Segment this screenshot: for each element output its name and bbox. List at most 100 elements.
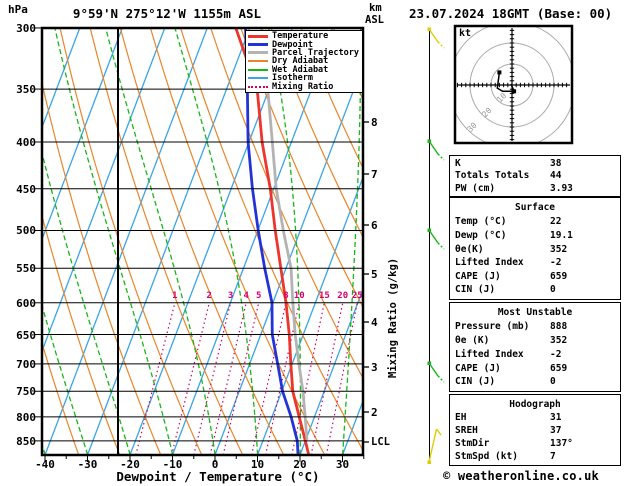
km-label: 6 [371, 219, 378, 232]
temp-label: 0 [200, 458, 230, 471]
table-row-value: -2 [550, 350, 561, 360]
pressure-label: 750 [6, 385, 36, 398]
table-row-value: -2 [550, 258, 561, 268]
temp-label: -30 [73, 458, 103, 471]
hodograph-unit-label: kt [459, 28, 471, 39]
table-row-label: PW (cm) [455, 184, 550, 194]
table-row-label: EH [455, 413, 550, 423]
table-row: SREH37 [455, 426, 620, 436]
km-label: 2 [371, 406, 378, 419]
table-row: StmSpd (kt)7 [455, 452, 620, 462]
table-row-label: CIN (J) [455, 377, 550, 387]
stats-table-most-unstable: Most UnstablePressure (mb)888θe (K)352Li… [449, 302, 621, 392]
credit-text: © weatheronline.co.uk [443, 469, 599, 483]
stats-table-hodograph: HodographEH31SREH37StmDir137°StmSpd (kt)… [449, 394, 621, 466]
table-title: Hodograph [455, 399, 620, 410]
table-row-value: 22 [550, 217, 561, 227]
legend-swatch-mixing-ratio [248, 86, 268, 88]
table-row-label: SREH [455, 426, 550, 436]
altitude-axis-unit-km: km [369, 2, 382, 14]
run-datetime: 23.07.2024 18GMT (Base: 00) [409, 6, 612, 21]
sounding-page: 102030 hPa 9°59'N 275°12'W 1155m ASL km … [0, 0, 629, 486]
temp-label: 30 [328, 458, 358, 471]
legend-swatch-parcel-trajectory [248, 51, 268, 54]
temp-label: 10 [243, 458, 273, 471]
mixing-ratio-value-label: 25 [347, 291, 367, 301]
mixing-ratio-value-label: 15 [314, 291, 334, 301]
wet-adiabat-lines [0, 28, 430, 455]
legend-box: TemperatureDewpointParcel TrajectoryDry … [245, 30, 363, 93]
stats-table-indices: K38Totals Totals44PW (cm)3.93 [449, 155, 621, 197]
table-row: EH31 [455, 413, 620, 423]
mixing-ratio-value-label: 5 [249, 291, 269, 301]
pressure-label: 450 [6, 183, 36, 196]
pressure-label: 550 [6, 262, 36, 275]
table-row-label: StmDir [455, 439, 550, 449]
mixing-ratio-value-label: 1 [165, 291, 185, 301]
table-row: StmDir137° [455, 439, 620, 449]
stats-table-surface: Surface Temp (°C)22 Dewp (°C)19.1 θe(K)352 L… [449, 197, 621, 300]
pressure-label: 850 [6, 435, 36, 448]
km-label: 3 [371, 361, 378, 374]
table-row-label: CAPE (J) [455, 272, 550, 282]
table-row-value: 888 [550, 322, 567, 332]
pressure-label: 500 [6, 224, 36, 237]
table-row-value: 38 [550, 159, 561, 169]
table-row-label: Totals Totals [455, 171, 550, 181]
pressure-label: 400 [6, 136, 36, 149]
table-row-value: 37 [550, 426, 561, 436]
table-row-label: StmSpd (kt) [455, 452, 550, 462]
table-row-value: 659 [550, 364, 567, 374]
table-row-value: 352 [550, 336, 567, 346]
table-row: Pressure (mb)888 [455, 322, 620, 332]
table-row: θe(K)352 [455, 245, 620, 255]
km-label: 7 [371, 168, 378, 181]
km-label: 5 [371, 268, 378, 281]
temp-label: -20 [115, 458, 145, 471]
table-row: Totals Totals44 [455, 171, 620, 181]
legend-swatch-dry-adiabat [248, 60, 268, 62]
temp-label: -10 [158, 458, 188, 471]
table-row-label: θe (K) [455, 336, 550, 346]
table-title: Most Unstable [455, 307, 620, 318]
temp-axis-title: Dewpoint / Temperature (°C) [88, 469, 348, 484]
pressure-label: 650 [6, 329, 36, 342]
pressure-label: 800 [6, 411, 36, 424]
legend-item: Mixing Ratio [248, 82, 362, 90]
pressure-label: 350 [6, 83, 36, 96]
pressure-label: 600 [6, 297, 36, 310]
pressure-axis-unit: hPa [8, 3, 28, 16]
legend-swatch-dewpoint [248, 43, 268, 46]
table-row-value: 31 [550, 413, 561, 423]
pressure-label: 300 [6, 22, 36, 35]
legend-swatch-wet-adiabat [248, 69, 268, 71]
table-row-value: 137° [550, 439, 573, 449]
table-row-value: 3.93 [550, 184, 573, 194]
km-label: 4 [371, 316, 378, 329]
table-title: Surface [455, 202, 620, 213]
temp-label: -40 [30, 458, 60, 471]
temp-label: 20 [285, 458, 315, 471]
legend-label: Mixing Ratio [272, 82, 333, 92]
mixing-ratio-value-label: 10 [289, 291, 309, 301]
table-row-value: 7 [550, 452, 556, 462]
table-row: PW (cm)3.93 [455, 184, 620, 194]
mixing-ratio-axis-title: Mixing Ratio (g/kg) [387, 203, 399, 378]
table-row-value: 0 [550, 377, 556, 387]
page-title: 9°59'N 275°12'W 1155m ASL [42, 6, 292, 21]
mixing-ratio-value-label: 2 [199, 291, 219, 301]
km-label: 8 [371, 116, 378, 129]
table-row-value: 19.1 [550, 231, 573, 241]
table-row: Temp (°C)22 [455, 217, 620, 227]
table-row-label: Lifted Index [455, 258, 550, 268]
table-row-value: 659 [550, 272, 567, 282]
table-row-label: CAPE (J) [455, 364, 550, 374]
table-row-label: Dewp (°C) [455, 231, 550, 241]
legend-swatch-temperature [248, 35, 268, 38]
table-row-label: K [455, 159, 550, 169]
table-row-value: 0 [550, 285, 556, 295]
table-row-value: 44 [550, 171, 561, 181]
table-row-label: CIN (J) [455, 285, 550, 295]
legend-swatch-isotherm [248, 77, 268, 79]
table-row: K38 [455, 159, 620, 169]
